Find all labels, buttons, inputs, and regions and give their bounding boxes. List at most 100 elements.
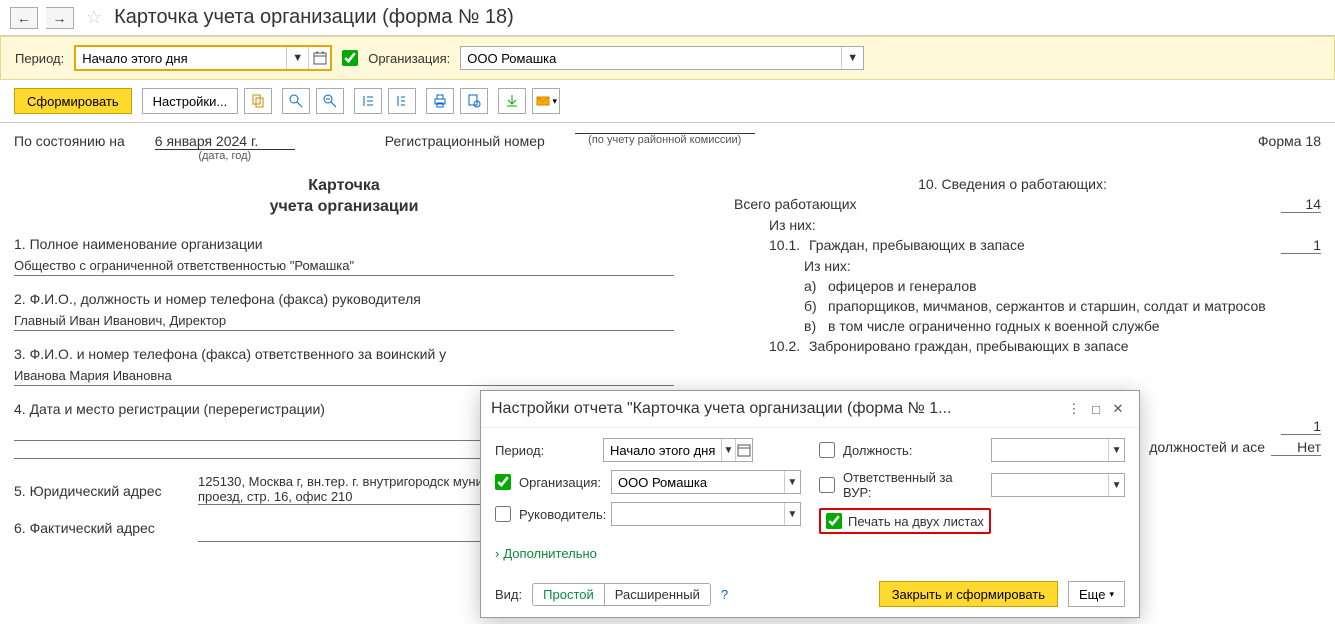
save-button[interactable] [498,88,526,114]
dlg-org-input[interactable] [612,471,784,493]
f1-value: Общество с ограниченной ответственностью… [14,258,674,276]
r102-label: Забронировано граждан, пребывающих в зап… [809,338,1321,354]
r10-label: 10. Сведения о работающих: [918,176,1107,192]
dialog-maximize-button[interactable]: □ [1085,399,1107,419]
r101-of: Из них: [804,258,851,274]
dlg-resp-input[interactable] [992,474,1108,496]
search-icon [288,93,304,109]
f5-label: 5. Юридический адрес [14,483,184,499]
tab-simple[interactable]: Простой [533,584,604,605]
period-dropdown-button[interactable]: ▼ [286,47,308,69]
r-v-label: в том числе ограниченно годных к военной… [828,318,1321,334]
help-link[interactable]: ? [721,587,728,602]
dlg-print-label: Печать на двух листах [848,514,984,529]
f3-label: 3. Ф.И.О. и номер телефона (факса) ответ… [14,346,674,362]
org-input[interactable] [461,47,841,69]
dlg-print-checkbox[interactable] [826,513,842,529]
f3-value: Иванова Мария Ивановна [14,368,674,386]
form-label: Форма 18 [1258,133,1321,149]
f2-label: 2. Ф.И.О., должность и номер телефона (ф… [14,291,674,307]
period-label: Период: [15,51,64,66]
dlg-leader-label: Руководитель: [519,507,603,522]
dlg-leader-dropdown[interactable]: ▼ [784,503,800,525]
dialog-title: Настройки отчета "Карточка учета организ… [491,400,1063,418]
preview-button[interactable] [460,88,488,114]
dlg-resp-label: Ответственный за ВУР: [843,470,983,500]
dlg-resp-dropdown[interactable]: ▼ [1108,474,1124,496]
generate-button[interactable]: Сформировать [14,88,132,114]
dlg-period-label: Период: [495,443,595,458]
favorite-star-icon[interactable]: ☆ [86,7,102,28]
dlg-position-dropdown[interactable]: ▼ [1108,439,1124,461]
reg-label: Регистрационный номер [385,133,545,149]
expand-icon [360,93,376,109]
r-v: в) [804,318,828,334]
preview-icon [466,93,482,109]
more-button[interactable]: Еще▾ [1068,581,1125,607]
dlg-period-calendar[interactable] [735,439,752,461]
chevron-down-icon: ▾ [1109,589,1114,600]
dialog-close-button[interactable]: ✕ [1107,399,1129,419]
zoom-in-button[interactable] [282,88,310,114]
f2-value: Главный Иван Иванович, Директор [14,313,674,331]
org-field[interactable]: ▼ [460,46,864,70]
r101-num: 10.1. [769,237,809,253]
f6-label: 6. Фактический адрес [14,520,184,536]
settings-dialog: Настройки отчета "Карточка учета организ… [480,390,1140,618]
close-and-generate-button[interactable]: Закрыть и сформировать [879,581,1058,607]
card-title-1: Карточка [14,176,674,197]
r-total-value: 14 [1281,196,1321,213]
r-tail-val2: Нет [1271,439,1321,456]
r101-value: 1 [1281,237,1321,254]
printer-icon [432,93,448,109]
period-field[interactable]: ▼ [74,45,332,71]
nav-forward-button[interactable]: → [46,7,74,29]
status-note: (дата, год) [155,150,295,162]
r-b: б) [804,298,828,314]
page-title: Карточка учета организации (форма № 18) [114,6,514,29]
org-label: Организация: [368,51,450,66]
nav-back-button[interactable]: ← [10,7,38,29]
r101-label: Граждан, пребывающих в запасе [809,237,1275,253]
dlg-leader-checkbox[interactable] [495,506,511,522]
print-two-sheets-highlight: Печать на двух листах [819,508,991,534]
copy-settings-button[interactable] [244,88,272,114]
dialog-menu-button[interactable]: ⋮ [1063,399,1085,419]
email-icon [535,93,551,109]
dlg-position-input[interactable] [992,439,1108,461]
r-a: а) [804,278,828,294]
period-input[interactable] [76,47,286,69]
period-calendar-button[interactable] [308,47,330,69]
dlg-leader-input[interactable] [612,503,784,525]
card-title-2: учета организации [14,197,674,218]
expand-button[interactable] [354,88,382,114]
calendar-icon [736,442,752,458]
dlg-more-link[interactable]: › Дополнительно [495,546,1125,561]
status-label: По состоянию на [14,133,125,149]
org-enable-checkbox[interactable] [342,50,358,66]
zoom-out-button[interactable] [316,88,344,114]
print-button[interactable] [426,88,454,114]
dlg-period-input[interactable] [604,439,721,461]
dlg-org-dropdown[interactable]: ▼ [784,471,800,493]
collapse-button[interactable] [388,88,416,114]
dlg-org-label: Организация: [519,475,603,490]
dlg-resp-checkbox[interactable] [819,477,835,493]
calendar-icon [312,50,328,66]
reg-note: (по учету районной комиссии) [575,134,755,146]
r-tail-val1: 1 [1281,418,1321,435]
org-dropdown-button[interactable]: ▼ [841,47,863,69]
dlg-period-dropdown[interactable]: ▼ [721,439,735,461]
copy-icon [250,93,266,109]
tab-advanced[interactable]: Расширенный [604,584,710,605]
dlg-org-checkbox[interactable] [495,474,511,490]
collapse-icon [394,93,410,109]
dlg-position-checkbox[interactable] [819,442,835,458]
status-date: 6 января 2024 г. [155,133,295,150]
f1-label: 1. Полное наименование организации [14,236,674,252]
settings-button[interactable]: Настройки... [142,88,239,114]
r102-num: 10.2. [769,338,809,354]
email-button[interactable]: ▾ [532,88,560,114]
save-icon [504,93,520,109]
search-minus-icon [322,93,338,109]
